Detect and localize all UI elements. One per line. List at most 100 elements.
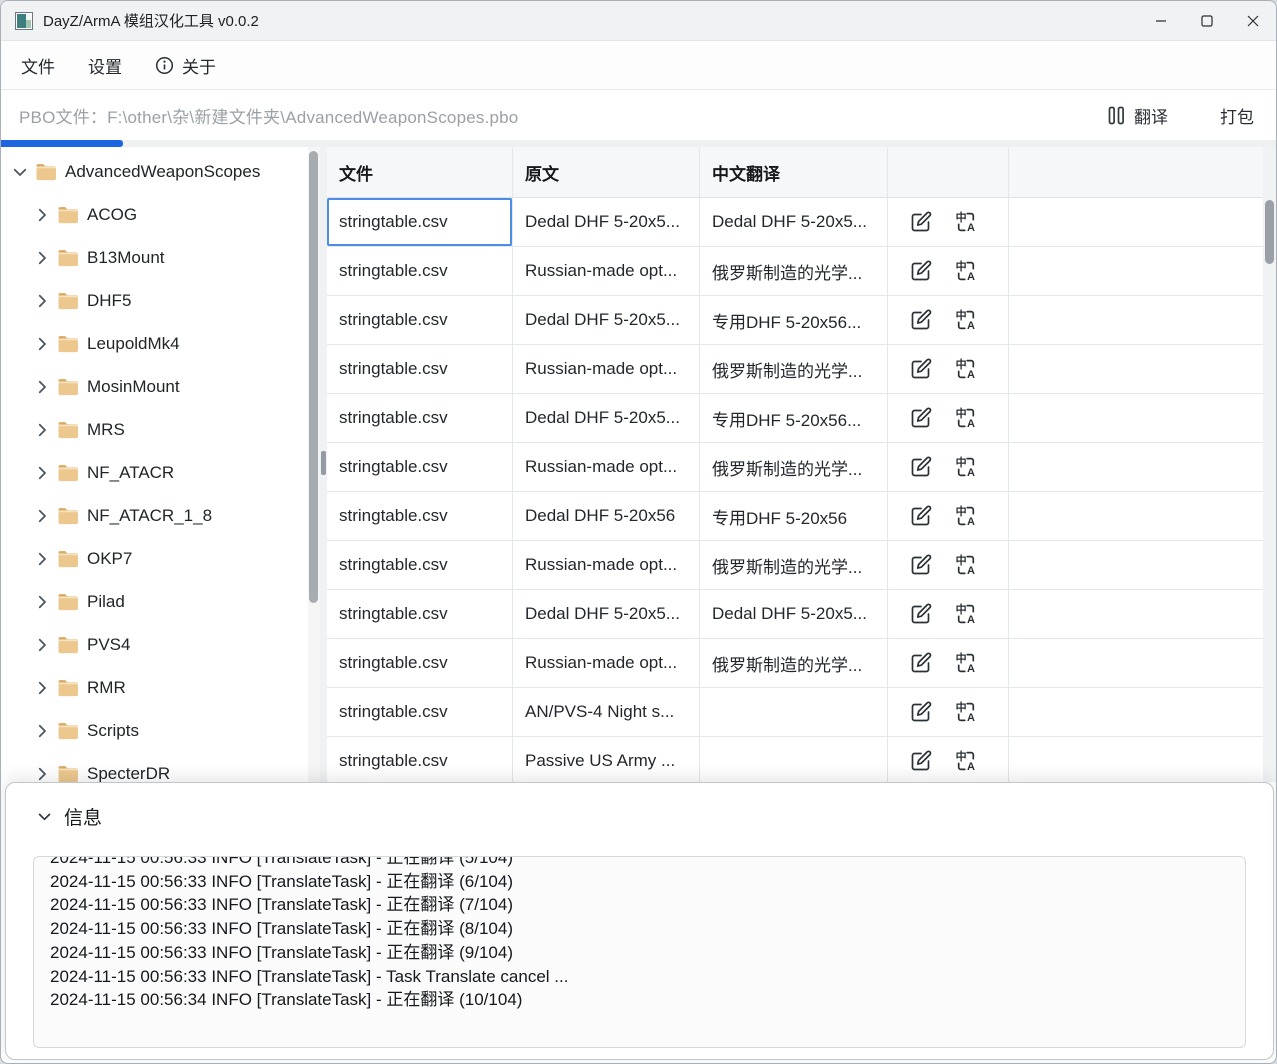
chevron-right-icon[interactable] [33, 550, 51, 568]
chevron-right-icon[interactable] [33, 335, 51, 353]
chevron-right-icon[interactable] [33, 292, 51, 310]
tree-item-okp7[interactable]: OKP7 [1, 537, 308, 580]
tree-item-dhf5[interactable]: DHF5 [1, 279, 308, 322]
minimize-button[interactable] [1138, 1, 1184, 40]
cell-translation[interactable]: 俄罗斯制造的光学... [700, 247, 888, 295]
cell-file[interactable]: stringtable.csv [327, 492, 513, 540]
cell-translation[interactable]: 俄罗斯制造的光学... [700, 541, 888, 589]
chevron-right-icon[interactable] [33, 507, 51, 525]
maximize-button[interactable] [1184, 1, 1230, 40]
cell-source-text[interactable]: Russian-made opt... [513, 639, 700, 687]
cell-translation[interactable]: 俄罗斯制造的光学... [700, 443, 888, 491]
cell-source-text[interactable]: AN/PVS-4 Night s... [513, 688, 700, 736]
cell-translation[interactable]: 俄罗斯制造的光学... [700, 345, 888, 393]
translate-icon[interactable]: 中A [954, 357, 978, 381]
tree-item-leupoldmk4[interactable]: LeupoldMk4 [1, 322, 308, 365]
tree-scrollbar-thumb[interactable] [309, 151, 318, 603]
edit-icon[interactable] [909, 406, 933, 430]
chevron-right-icon[interactable] [33, 593, 51, 611]
cell-source-text[interactable]: Dedal DHF 5-20x5... [513, 590, 700, 638]
info-panel-header[interactable]: 信息 [36, 803, 1273, 830]
chevron-right-icon[interactable] [33, 636, 51, 654]
cell-source-text[interactable]: Passive US Army ... [513, 737, 700, 782]
translate-icon[interactable]: 中A [954, 406, 978, 430]
chevron-right-icon[interactable] [33, 249, 51, 267]
edit-icon[interactable] [909, 602, 933, 626]
cell-file[interactable]: stringtable.csv [327, 247, 513, 295]
tree-item-pilad[interactable]: Pilad [1, 580, 308, 623]
translate-icon[interactable]: 中A [954, 259, 978, 283]
tree-item-mrs[interactable]: MRS [1, 408, 308, 451]
menu-file[interactable]: 文件 [21, 53, 55, 78]
cell-translation[interactable] [700, 688, 888, 736]
cell-translation[interactable]: 专用DHF 5-20x56... [700, 296, 888, 344]
edit-icon[interactable] [909, 210, 933, 234]
translate-icon[interactable]: 中A [954, 504, 978, 528]
cell-source-text[interactable]: Dedal DHF 5-20x5... [513, 296, 700, 344]
tree-item-b13mount[interactable]: B13Mount [1, 236, 308, 279]
cell-translation[interactable] [700, 737, 888, 782]
cell-translation[interactable]: 专用DHF 5-20x56 [700, 492, 888, 540]
cell-source-text[interactable]: Russian-made opt... [513, 443, 700, 491]
cell-translation[interactable]: Dedal DHF 5-20x5... [700, 590, 888, 638]
translate-icon[interactable]: 中A [954, 602, 978, 626]
translate-icon[interactable]: 中A [954, 455, 978, 479]
cell-source-text[interactable]: Dedal DHF 5-20x56 [513, 492, 700, 540]
tree-item-scripts[interactable]: Scripts [1, 709, 308, 752]
tree-item-acog[interactable]: ACOG [1, 193, 308, 236]
translate-icon[interactable]: 中A [954, 308, 978, 332]
edit-icon[interactable] [909, 504, 933, 528]
edit-icon[interactable] [909, 308, 933, 332]
cell-file[interactable]: stringtable.csv [327, 345, 513, 393]
cell-file[interactable]: stringtable.csv [327, 296, 513, 344]
edit-icon[interactable] [909, 553, 933, 577]
tree-item-specterdr[interactable]: SpecterDR [1, 752, 308, 782]
cell-file[interactable]: stringtable.csv [327, 198, 513, 246]
cell-translation[interactable]: Dedal DHF 5-20x5... [700, 198, 888, 246]
cell-file[interactable]: stringtable.csv [327, 737, 513, 782]
chevron-right-icon[interactable] [33, 421, 51, 439]
close-button[interactable] [1230, 1, 1276, 40]
translate-icon[interactable]: 中A [954, 553, 978, 577]
edit-icon[interactable] [909, 259, 933, 283]
cell-file[interactable]: stringtable.csv [327, 590, 513, 638]
cell-source-text[interactable]: Russian-made opt... [513, 541, 700, 589]
tree-scrollbar[interactable] [308, 147, 320, 782]
cell-file[interactable]: stringtable.csv [327, 443, 513, 491]
cell-source-text[interactable]: Russian-made opt... [513, 345, 700, 393]
cell-source-text[interactable]: Russian-made opt... [513, 247, 700, 295]
translate-button[interactable]: 翻译 [1108, 103, 1168, 128]
log-output[interactable]: 2024-11-15 00:56:33 INFO [TranslateTask]… [33, 856, 1246, 1048]
cell-translation[interactable]: 俄罗斯制造的光学... [700, 639, 888, 687]
edit-icon[interactable] [909, 749, 933, 773]
cell-file[interactable]: stringtable.csv [327, 639, 513, 687]
tree-item-mosinmount[interactable]: MosinMount [1, 365, 308, 408]
cell-translation[interactable]: 专用DHF 5-20x56... [700, 394, 888, 442]
menu-about[interactable]: 关于 [155, 53, 216, 78]
translate-icon[interactable]: 中A [954, 651, 978, 675]
chevron-down-icon[interactable] [11, 163, 29, 181]
tree-item-rmr[interactable]: RMR [1, 666, 308, 709]
tree-item-nf_atacr[interactable]: NF_ATACR [1, 451, 308, 494]
translate-icon[interactable]: 中A [954, 700, 978, 724]
tree-item-nf_atacr_1_8[interactable]: NF_ATACR_1_8 [1, 494, 308, 537]
table-scrollbar[interactable] [1263, 147, 1276, 782]
chevron-right-icon[interactable] [33, 378, 51, 396]
chevron-right-icon[interactable] [33, 206, 51, 224]
menu-settings[interactable]: 设置 [88, 53, 122, 78]
chevron-right-icon[interactable] [33, 679, 51, 697]
pack-button[interactable]: 打包 [1220, 103, 1254, 128]
translate-icon[interactable]: 中A [954, 749, 978, 773]
pane-splitter[interactable] [320, 147, 327, 782]
tree-item-pvs4[interactable]: PVS4 [1, 623, 308, 666]
edit-icon[interactable] [909, 455, 933, 479]
edit-icon[interactable] [909, 700, 933, 724]
cell-file[interactable]: stringtable.csv [327, 541, 513, 589]
edit-icon[interactable] [909, 357, 933, 381]
table-scrollbar-thumb[interactable] [1265, 200, 1274, 264]
chevron-right-icon[interactable] [33, 464, 51, 482]
translate-icon[interactable]: 中A [954, 210, 978, 234]
cell-source-text[interactable]: Dedal DHF 5-20x5... [513, 198, 700, 246]
cell-file[interactable]: stringtable.csv [327, 688, 513, 736]
chevron-right-icon[interactable] [33, 765, 51, 783]
